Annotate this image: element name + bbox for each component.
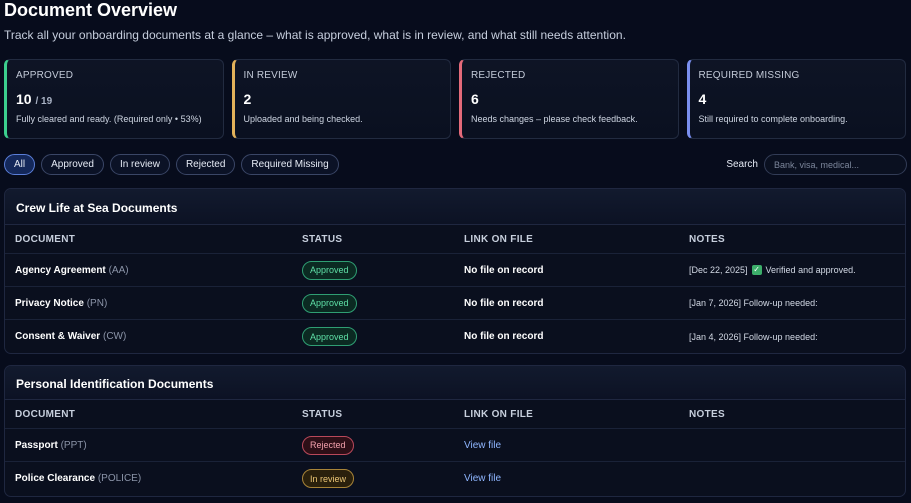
table-header: DOCUMENT STATUS LINK ON FILE NOTES xyxy=(5,225,905,254)
search-label: Search xyxy=(726,159,758,170)
status-cell: Rejected xyxy=(302,435,464,455)
crew-life-section: Crew Life at Sea Documents DOCUMENT STAT… xyxy=(4,188,906,354)
link-cell: View file xyxy=(464,473,689,484)
rejected-card: REJECTED 6 Needs changes – please check … xyxy=(459,59,679,139)
check-square-icon: ✓ xyxy=(751,265,762,275)
status-cell: In review xyxy=(302,469,464,488)
notes-cell: [Jan 7, 2026] Follow-up needed: xyxy=(689,298,818,308)
table-row[interactable]: Passport (PPT) Rejected View file xyxy=(5,429,905,462)
status-badge: In review xyxy=(302,469,355,488)
notes-date: [Dec 22, 2025] xyxy=(689,265,748,275)
table-header: DOCUMENT STATUS LINK ON FILE NOTES xyxy=(5,400,905,429)
document-cell: Passport (PPT) xyxy=(15,440,302,451)
table-row[interactable]: Police Clearance (POLICE) In review View… xyxy=(5,462,905,495)
document-name: Consent & Waiver xyxy=(15,331,101,342)
filter-approved[interactable]: Approved xyxy=(41,154,104,175)
document-cell: Privacy Notice (PN) xyxy=(15,298,302,309)
link-cell: No file on record xyxy=(464,298,689,309)
column-status: STATUS xyxy=(302,408,343,420)
card-value: 6 xyxy=(471,91,479,107)
document-cell: Agency Agreement (AA) xyxy=(15,265,302,276)
card-value: 10 / 19 xyxy=(16,91,213,107)
column-document: DOCUMENT xyxy=(15,233,76,245)
notes-cell: [Dec 22, 2025] ✓ Verified and approved. xyxy=(689,265,905,275)
approved-total: / 19 xyxy=(35,96,53,107)
section-title: Personal Identification Documents xyxy=(5,366,905,400)
document-code: (PPT) xyxy=(60,439,87,451)
view-file-link[interactable]: View file xyxy=(464,473,501,484)
document-code: (AA) xyxy=(108,264,129,276)
status-badge: Rejected xyxy=(302,435,354,455)
document-name: Police Clearance xyxy=(15,473,96,484)
search-area: Search xyxy=(726,154,907,175)
column-document: DOCUMENT xyxy=(15,408,76,420)
table-row[interactable]: Consent & Waiver (CW) Approved No file o… xyxy=(5,320,905,353)
personal-id-section: Personal Identification Documents DOCUME… xyxy=(4,365,906,497)
link-text: No file on record xyxy=(464,297,544,309)
card-label: IN REVIEW xyxy=(243,70,298,81)
card-description: Needs changes – please check feedback. xyxy=(471,114,638,124)
column-notes: NOTES xyxy=(689,233,725,245)
document-name: Agency Agreement xyxy=(15,264,106,276)
card-description: Fully cleared and ready. (Required only … xyxy=(16,114,202,124)
table-row[interactable]: Agency Agreement (AA) Approved No file o… xyxy=(5,254,905,287)
filter-in-review[interactable]: In review xyxy=(109,154,170,175)
column-link: LINK ON FILE xyxy=(464,233,534,245)
link-cell: No file on record xyxy=(464,331,689,342)
filter-rejected[interactable]: Rejected xyxy=(175,154,236,175)
column-link: LINK ON FILE xyxy=(464,408,534,420)
status-badge: Approved xyxy=(302,293,357,313)
status-badge: Approved xyxy=(302,327,357,346)
filter-all[interactable]: All xyxy=(4,154,36,175)
view-file-link[interactable]: View file xyxy=(464,440,501,451)
notes-text: Verified and approved. xyxy=(765,265,856,275)
document-code: (CW) xyxy=(102,331,127,342)
card-value: 4 xyxy=(698,91,707,107)
document-name: Passport xyxy=(15,439,58,451)
card-description: Uploaded and being checked. xyxy=(243,114,363,124)
filter-required-missing[interactable]: Required Missing xyxy=(241,154,339,175)
card-label: REQUIRED MISSING xyxy=(698,70,800,81)
card-label: REJECTED xyxy=(471,70,526,81)
card-value: 2 xyxy=(243,91,252,107)
search-input[interactable] xyxy=(764,154,907,175)
approved-card: APPROVED 10 / 19 Fully cleared and ready… xyxy=(4,59,224,139)
document-cell: Police Clearance (POLICE) xyxy=(15,473,302,484)
notes-cell: [Jan 4, 2026] Follow-up needed: xyxy=(689,331,818,342)
status-cell: Approved xyxy=(302,260,464,280)
document-cell: Consent & Waiver (CW) xyxy=(15,331,302,342)
document-code: (POLICE) xyxy=(97,473,142,484)
link-text: No file on record xyxy=(464,264,544,276)
link-cell: No file on record xyxy=(464,265,689,276)
link-text: No file on record xyxy=(464,331,544,342)
column-notes: NOTES xyxy=(689,408,725,420)
page-subtitle: Track all your onboarding documents at a… xyxy=(4,28,626,42)
page-title: Document Overview xyxy=(4,0,178,20)
filter-chips: All Approved In review Rejected Required… xyxy=(4,154,339,175)
status-cell: Approved xyxy=(302,293,464,313)
section-title: Crew Life at Sea Documents xyxy=(5,189,905,225)
link-cell: View file xyxy=(464,440,689,451)
summary-cards: APPROVED 10 / 19 Fully cleared and ready… xyxy=(4,59,906,139)
required-missing-card: REQUIRED MISSING 4 Still required to com… xyxy=(686,59,906,139)
column-status: STATUS xyxy=(302,233,343,245)
status-cell: Approved xyxy=(302,327,464,346)
in-review-card: IN REVIEW 2 Uploaded and being checked. xyxy=(231,59,451,139)
document-code: (PN) xyxy=(86,297,108,309)
card-description: Still required to complete onboarding. xyxy=(698,114,848,124)
document-name: Privacy Notice xyxy=(15,297,84,309)
card-label: APPROVED xyxy=(16,70,74,81)
table-row[interactable]: Privacy Notice (PN) Approved No file on … xyxy=(5,287,905,320)
status-badge: Approved xyxy=(302,260,357,280)
approved-count: 10 xyxy=(16,91,32,107)
